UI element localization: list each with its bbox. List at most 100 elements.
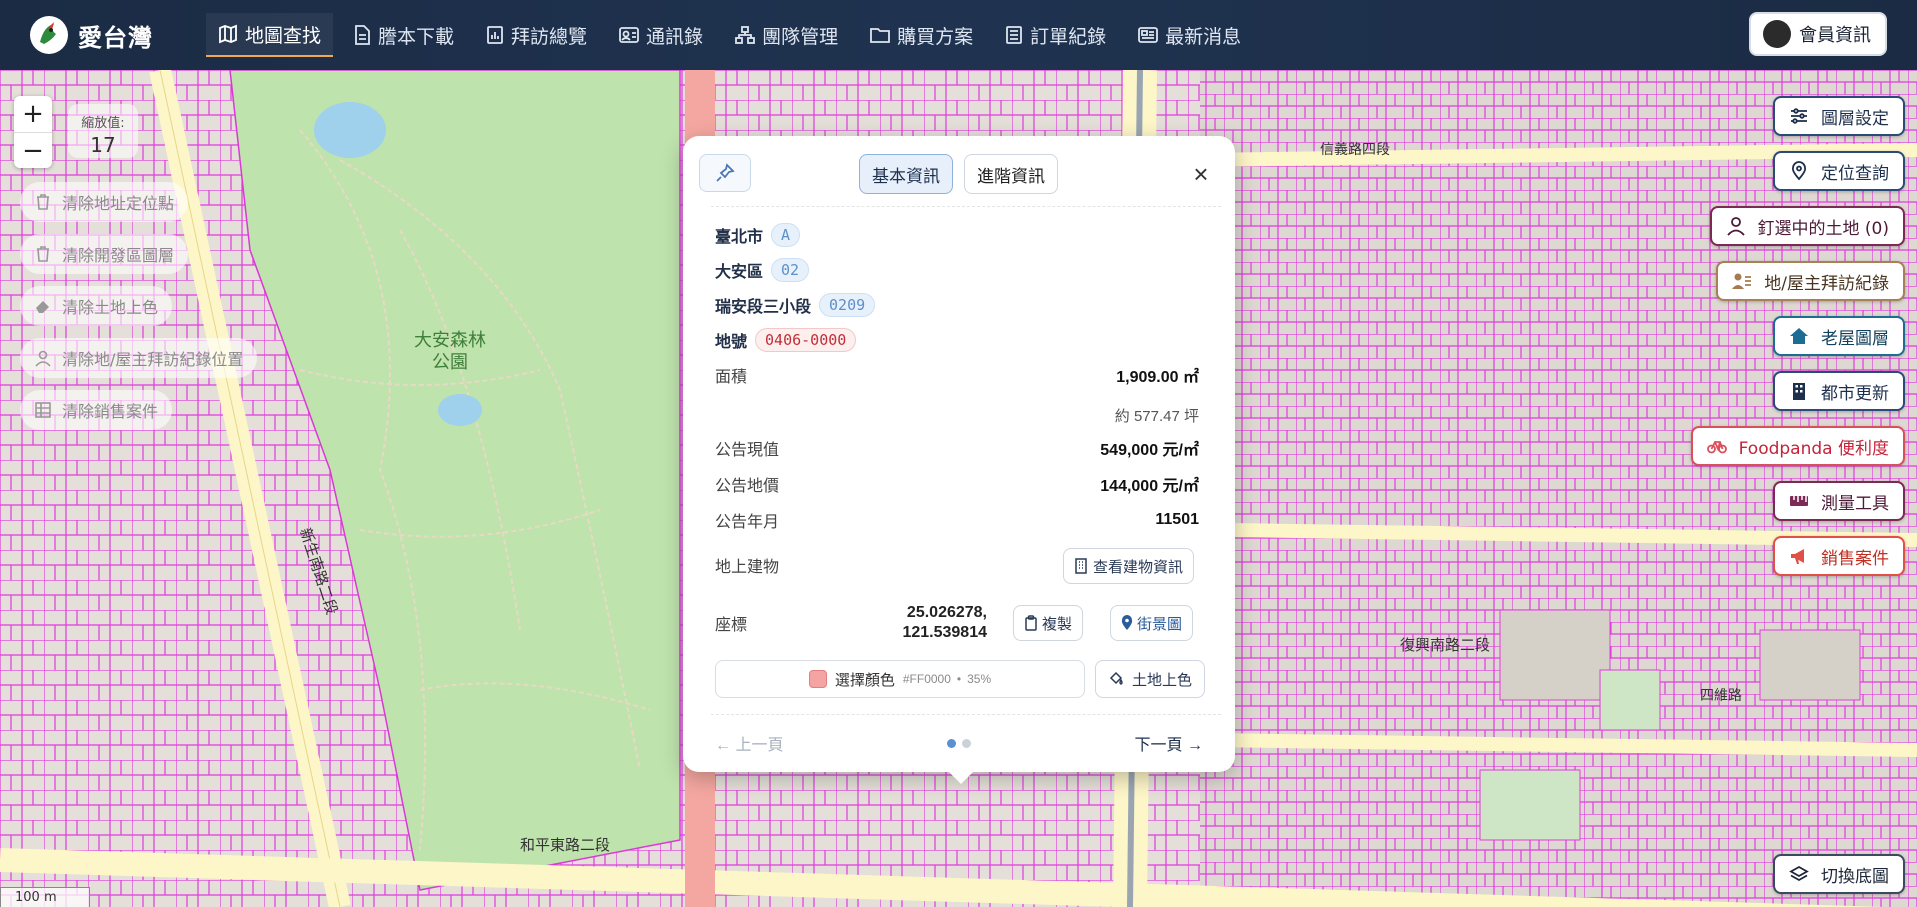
clear-land-color-button[interactable]: 清除土地上色 [20,286,173,326]
next-page-button[interactable]: 下一頁 → [1135,731,1203,755]
tool-label: 圖層設定 [1821,108,1889,129]
clear-button-label: 清除地址定位點 [62,194,175,213]
clear-owner-visit-location-button[interactable]: 清除地/屋主拜訪紀錄位置 [20,338,258,378]
zoom-control: + − [14,96,52,168]
svg-text:大安森林: 大安森林 [414,330,486,351]
owner-visit-record-button[interactable]: 地/屋主拜訪紀錄 [1716,261,1905,301]
page-dots [944,738,974,748]
tool-label: 地/屋主拜訪紀錄 [1764,273,1889,294]
page-dot[interactable] [962,738,971,748]
street-view-label: 街景圖 [1137,615,1183,633]
tab-advanced-info[interactable]: 進階資訊 [964,154,1058,194]
land-info-popup: 基本資訊 進階資訊 × 臺北市 A 大安區 02 瑞安段三小段 0209 地號 … [683,136,1235,784]
megaphone-icon [1791,549,1804,564]
location-pin-icon [1791,161,1807,181]
nav-item-transcript-download[interactable]: 謄本下載 [341,13,466,57]
nav-item-team-management[interactable]: 團隊管理 [723,13,850,57]
zoom-level-label: 縮放值: [81,116,125,131]
nav-item-purchase-plan[interactable]: 購買方案 [858,13,985,57]
nav-item-map-search[interactable]: 地圖查找 [206,13,334,57]
sales-cases-button[interactable]: 銷售案件 [1773,536,1905,576]
old-house-layer-button[interactable]: 老屋圖層 [1773,316,1905,356]
report-icon [487,26,503,44]
announce-month-label: 公告年月 [715,514,780,531]
clear-development-layer-button[interactable]: 清除開發區圖層 [20,234,189,274]
nav-label: 地圖查找 [245,24,322,47]
popup-pager: ← 上一頁 下一頁 → [715,728,1203,758]
clear-button-label: 清除銷售案件 [62,402,159,421]
nav-label: 訂單紀錄 [1030,25,1107,48]
tool-label: 切換底圖 [1821,866,1889,887]
user-icon [1726,217,1745,236]
bicycle-icon [1706,441,1727,454]
color-picker[interactable]: 選擇顏色 #FF0000 • 35% [715,660,1085,698]
view-building-info-button[interactable]: 查看建物資訊 [1063,548,1195,584]
area-ping-value: 約 577.47 坪 [1114,408,1199,425]
urban-renewal-button[interactable]: 都市更新 [1773,371,1905,411]
building-icon [1793,383,1805,400]
ruler-icon [1790,496,1808,506]
top-navigation-bar: 愛台灣 地圖查找 謄本下載 拜訪總覽 通訊錄 團隊管理 購買方案 訂單紀錄 最新… [0,0,1917,70]
brand[interactable]: 愛台灣 [30,16,190,54]
pin-icon [716,163,735,182]
nav-label: 購買方案 [897,25,974,48]
pin-land-button[interactable] [699,154,751,192]
street-view-button[interactable]: 街景圖 [1110,605,1194,641]
zoom-out-button[interactable]: − [14,132,52,168]
district-row: 大安區 02 [715,257,810,283]
folder-icon [870,28,890,43]
brand-name: 愛台灣 [78,23,153,52]
zoom-level-indicator: 縮放值: 17 [68,104,138,158]
close-icon[interactable]: × [1187,159,1215,189]
color-opacity: 35% [967,672,992,686]
team-icon [735,26,755,44]
nav-item-order-records[interactable]: 訂單紀錄 [993,13,1118,57]
color-hex: #FF0000 [902,672,951,686]
clear-address-marker-button[interactable]: 清除地址定位點 [20,182,189,222]
color-sep: • [956,672,962,686]
nav-item-latest-news[interactable]: 最新消息 [1126,13,1253,57]
longitude: 121.539814 [902,624,987,641]
zoom-level-value: 17 [90,133,116,157]
divider [711,714,1221,715]
foodpanda-convenience-button[interactable]: Foodpanda 便利度 [1690,426,1905,466]
avatar [1763,20,1791,48]
area-label: 面積 [715,369,748,386]
visit-record-icon [1732,273,1752,289]
zoom-in-button[interactable]: + [14,96,52,132]
map-scale-bar: 100 m [0,887,90,907]
clear-button-label: 清除開發區圖層 [62,246,175,265]
member-info-button[interactable]: 會員資訊 [1749,12,1887,56]
copy-coordinate-button[interactable]: 複製 [1013,605,1084,641]
lot-row: 地號 0406-0000 [715,327,857,353]
city-code-badge: A [771,223,801,247]
grid-icon [35,402,51,418]
member-info-label: 會員資訊 [1799,25,1871,46]
land-price-value: 144,000 元/㎡ [1100,478,1199,495]
location-pin-icon [1121,615,1133,630]
prev-page-button[interactable]: ← 上一頁 [715,731,783,755]
color-swatch [808,670,827,688]
nav-label: 最新消息 [1165,25,1242,48]
land-color-button[interactable]: 土地上色 [1095,660,1206,698]
layer-settings-button[interactable]: 圖層設定 [1773,96,1905,136]
lot-label: 地號 [715,334,748,351]
tab-basic-info[interactable]: 基本資訊 [859,154,953,194]
current-value-label: 公告現值 [715,442,780,459]
clear-sales-cases-button[interactable]: 清除銷售案件 [20,390,173,430]
building-icon [1075,558,1087,574]
page-dot-active[interactable] [947,738,956,748]
section-row: 瑞安段三小段 0209 [715,292,876,318]
nav-item-visit-overview[interactable]: 拜訪總覽 [474,13,599,57]
switch-basemap-button[interactable]: 切換底圖 [1773,854,1905,894]
nav-item-contacts[interactable]: 通訊錄 [607,13,715,57]
contact-card-icon [619,27,639,43]
section-name: 瑞安段三小段 [715,299,812,316]
main-nav: 地圖查找 謄本下載 拜訪總覽 通訊錄 團隊管理 購買方案 訂單紀錄 最新消息 [206,0,1261,70]
nav-label: 謄本下載 [378,25,455,48]
district-code-badge: 02 [771,258,810,282]
pinned-lands-button[interactable]: 釘選中的土地 (0) [1709,206,1905,246]
measure-tool-button[interactable]: 測量工具 [1773,481,1905,521]
current-value-row: 公告現值 549,000 元/㎡ [715,433,1199,463]
location-search-button[interactable]: 定位查詢 [1773,151,1905,191]
